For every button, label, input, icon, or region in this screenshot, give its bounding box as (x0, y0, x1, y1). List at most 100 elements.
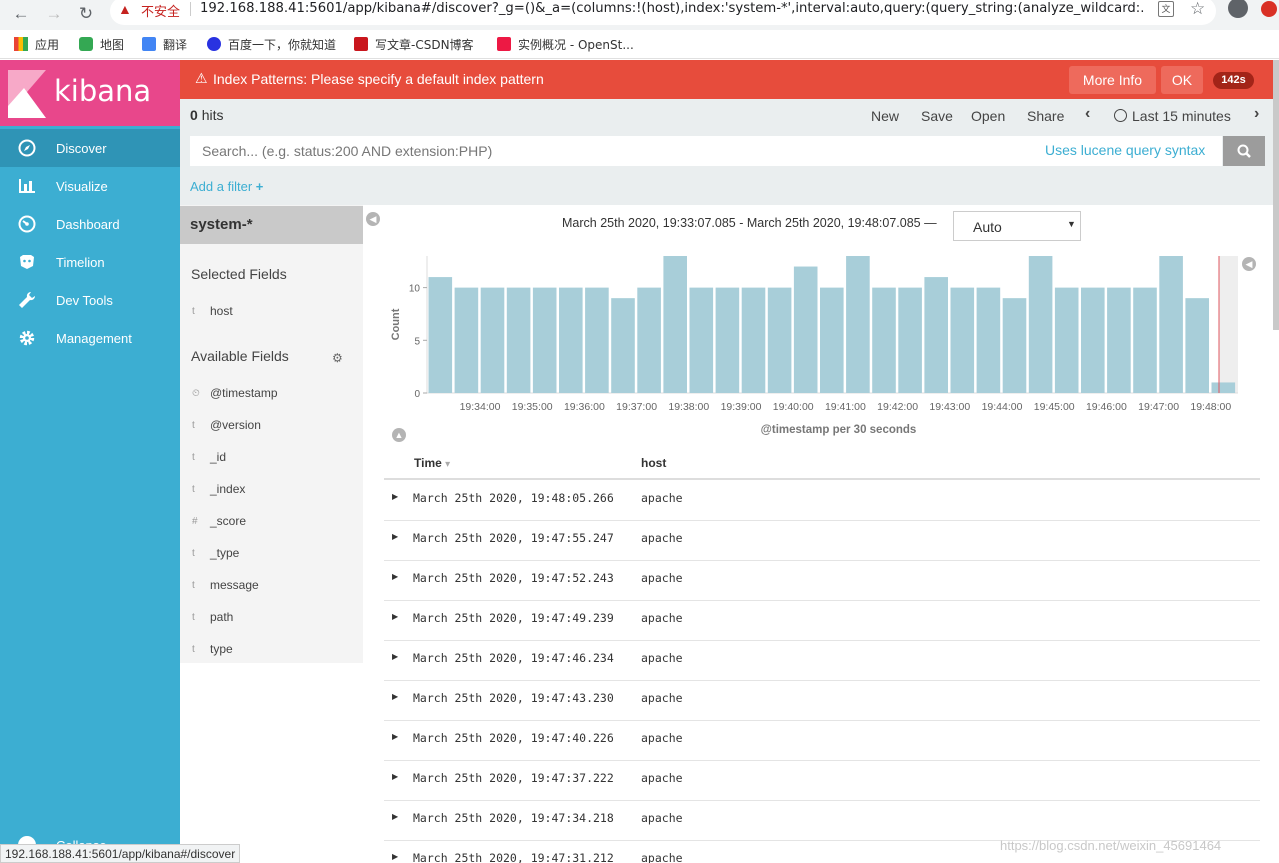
field-settings-gear-icon[interactable]: ⚙ (332, 351, 343, 365)
reload-icon[interactable]: ↻ (73, 2, 99, 28)
row-host: apache (641, 651, 683, 665)
table-row[interactable]: ▶ March 25th 2020, 19:47:55.247 apache (384, 521, 1260, 561)
expand-row-icon[interactable]: ▶ (392, 812, 398, 821)
histogram-bar (1002, 298, 1027, 393)
sidebar-item-visualize[interactable]: Visualize (0, 167, 180, 205)
x-tick-label: 19:48:00 (1190, 401, 1231, 413)
expand-row-icon[interactable]: ▶ (392, 612, 398, 621)
save-button[interactable]: Save (921, 108, 953, 124)
table-row[interactable]: ▶ March 25th 2020, 19:48:05.266 apache (384, 481, 1260, 521)
x-tick-label: 19:41:00 (825, 401, 866, 413)
field-item[interactable]: ⏲ @timestamp (192, 383, 278, 403)
hits-label: hits (201, 107, 224, 123)
ok-button[interactable]: OK (1161, 66, 1203, 94)
x-tick-label: 19:45:00 (1034, 401, 1075, 413)
kibana-logo[interactable]: kibana (0, 60, 180, 126)
field-item[interactable]: t _index (192, 479, 245, 499)
expand-row-icon[interactable]: ▶ (392, 652, 398, 661)
chart-legend-toggle-icon[interactable]: ◀ (1242, 257, 1256, 271)
field-item[interactable]: t path (192, 607, 233, 627)
back-arrow-icon[interactable]: ← (8, 2, 34, 28)
field-item[interactable]: t host (192, 301, 233, 321)
bookmark-translate[interactable]: 翻译 (142, 34, 187, 54)
collapse-chart-icon[interactable]: ▲ (392, 428, 406, 442)
histogram-bar (767, 287, 792, 393)
histogram-bar (1107, 287, 1131, 393)
expand-row-icon[interactable]: ▶ (392, 572, 398, 581)
bookmark-label: 百度一下，你就知道 (228, 37, 337, 52)
bookmark-baidu[interactable]: 百度一下，你就知道 (207, 34, 336, 54)
sidebar-item-discover[interactable]: Discover (0, 129, 180, 167)
translate-page-icon[interactable]: 文 (1158, 1, 1174, 17)
warning-triangle-icon: ▲ (118, 1, 132, 17)
field-item[interactable]: # _score (192, 511, 246, 531)
sidebar-item-management[interactable]: Management (0, 319, 180, 357)
collapse-field-sidebar-icon[interactable]: ◀ (366, 212, 380, 226)
forward-arrow-icon[interactable]: → (41, 2, 67, 28)
field-item[interactable]: t @version (192, 415, 261, 435)
search-button[interactable] (1223, 136, 1265, 166)
expand-row-icon[interactable]: ▶ (392, 492, 398, 501)
histogram-bar (585, 287, 609, 393)
index-pattern-selector[interactable]: system-* (180, 206, 363, 244)
table-row[interactable]: ▶ March 25th 2020, 19:47:40.226 apache (384, 721, 1260, 761)
search-icon (1237, 144, 1251, 158)
share-button[interactable]: Share (1027, 108, 1064, 124)
expand-row-icon[interactable]: ▶ (392, 692, 398, 701)
kibana-logo-text: kibana (54, 74, 152, 108)
bookmark-maps[interactable]: 地图 (79, 34, 124, 54)
interval-select[interactable]: Auto ▼ (953, 211, 1081, 241)
sidebar-item-timelion[interactable]: Timelion (0, 243, 180, 281)
string-type-icon: t (192, 305, 195, 317)
lucene-syntax-link[interactable]: Uses lucene query syntax (1045, 142, 1205, 158)
expand-row-icon[interactable]: ▶ (392, 772, 398, 781)
timelion-icon (18, 253, 36, 271)
field-item[interactable]: t type (192, 639, 233, 659)
row-host: apache (641, 851, 683, 863)
new-button[interactable]: New (871, 108, 899, 124)
table-row[interactable]: ▶ March 25th 2020, 19:47:37.222 apache (384, 761, 1260, 801)
open-button[interactable]: Open (971, 108, 1005, 124)
sidebar-item-label: Dev Tools (56, 292, 113, 308)
field-type-icon: t (192, 483, 195, 495)
table-row[interactable]: ▶ March 25th 2020, 19:47:43.230 apache (384, 681, 1260, 721)
star-icon[interactable]: ☆ (1190, 0, 1205, 19)
add-filter-link[interactable]: Add a filter + (190, 179, 263, 194)
bookmark-label: 地图 (100, 37, 125, 52)
time-back-chevron-icon[interactable]: ‹ (1085, 105, 1090, 123)
row-timestamp: March 25th 2020, 19:47:52.243 (413, 571, 614, 585)
table-row[interactable]: ▶ March 25th 2020, 19:47:52.243 apache (384, 561, 1260, 601)
table-row[interactable]: ▶ March 25th 2020, 19:47:34.218 apache (384, 801, 1260, 841)
field-item[interactable]: t _id (192, 447, 226, 467)
expand-row-icon[interactable]: ▶ (392, 532, 398, 541)
more-info-button[interactable]: More Info (1069, 66, 1156, 94)
row-timestamp: March 25th 2020, 19:47:49.239 (413, 611, 614, 625)
field-item[interactable]: t message (192, 575, 259, 595)
histogram-bar (637, 287, 661, 393)
expand-row-icon[interactable]: ▶ (392, 852, 398, 861)
field-type-icon: ⏲ (192, 387, 200, 399)
expand-row-icon[interactable]: ▶ (392, 732, 398, 741)
add-filter-label: Add a filter (190, 179, 253, 194)
bookmark-apps[interactable]: 应用 (14, 34, 59, 54)
translate-icon (142, 37, 156, 51)
url-text[interactable]: 192.168.188.41:5601/app/kibana#/discover… (200, 1, 1145, 16)
table-row[interactable]: ▶ March 25th 2020, 19:47:46.234 apache (384, 641, 1260, 681)
sidebar-item-dev-tools[interactable]: Dev Tools (0, 281, 180, 319)
time-forward-chevron-icon[interactable]: › (1254, 105, 1259, 123)
page-scrollbar[interactable] (1273, 60, 1279, 330)
bookmark-openstack[interactable]: 实例概况 - OpenSt... (497, 34, 634, 54)
field-item[interactable]: t _type (192, 543, 239, 563)
results-table-header: Time ▾ host (384, 450, 1260, 480)
compass-icon (18, 139, 36, 157)
time-column-header[interactable]: Time ▾ (414, 456, 450, 470)
table-row[interactable]: ▶ March 25th 2020, 19:47:49.239 apache (384, 601, 1260, 641)
sidebar-item-dashboard[interactable]: Dashboard (0, 205, 180, 243)
histogram-bar (924, 277, 948, 393)
host-column-header[interactable]: host (641, 456, 666, 470)
histogram-bar (1211, 382, 1236, 393)
time-picker[interactable]: Last 15 minutes (1132, 108, 1231, 124)
bookmark-csdn[interactable]: 写文章-CSDN博客 (354, 34, 474, 54)
update-alert-icon[interactable] (1261, 1, 1277, 17)
field-name: _type (210, 546, 240, 560)
